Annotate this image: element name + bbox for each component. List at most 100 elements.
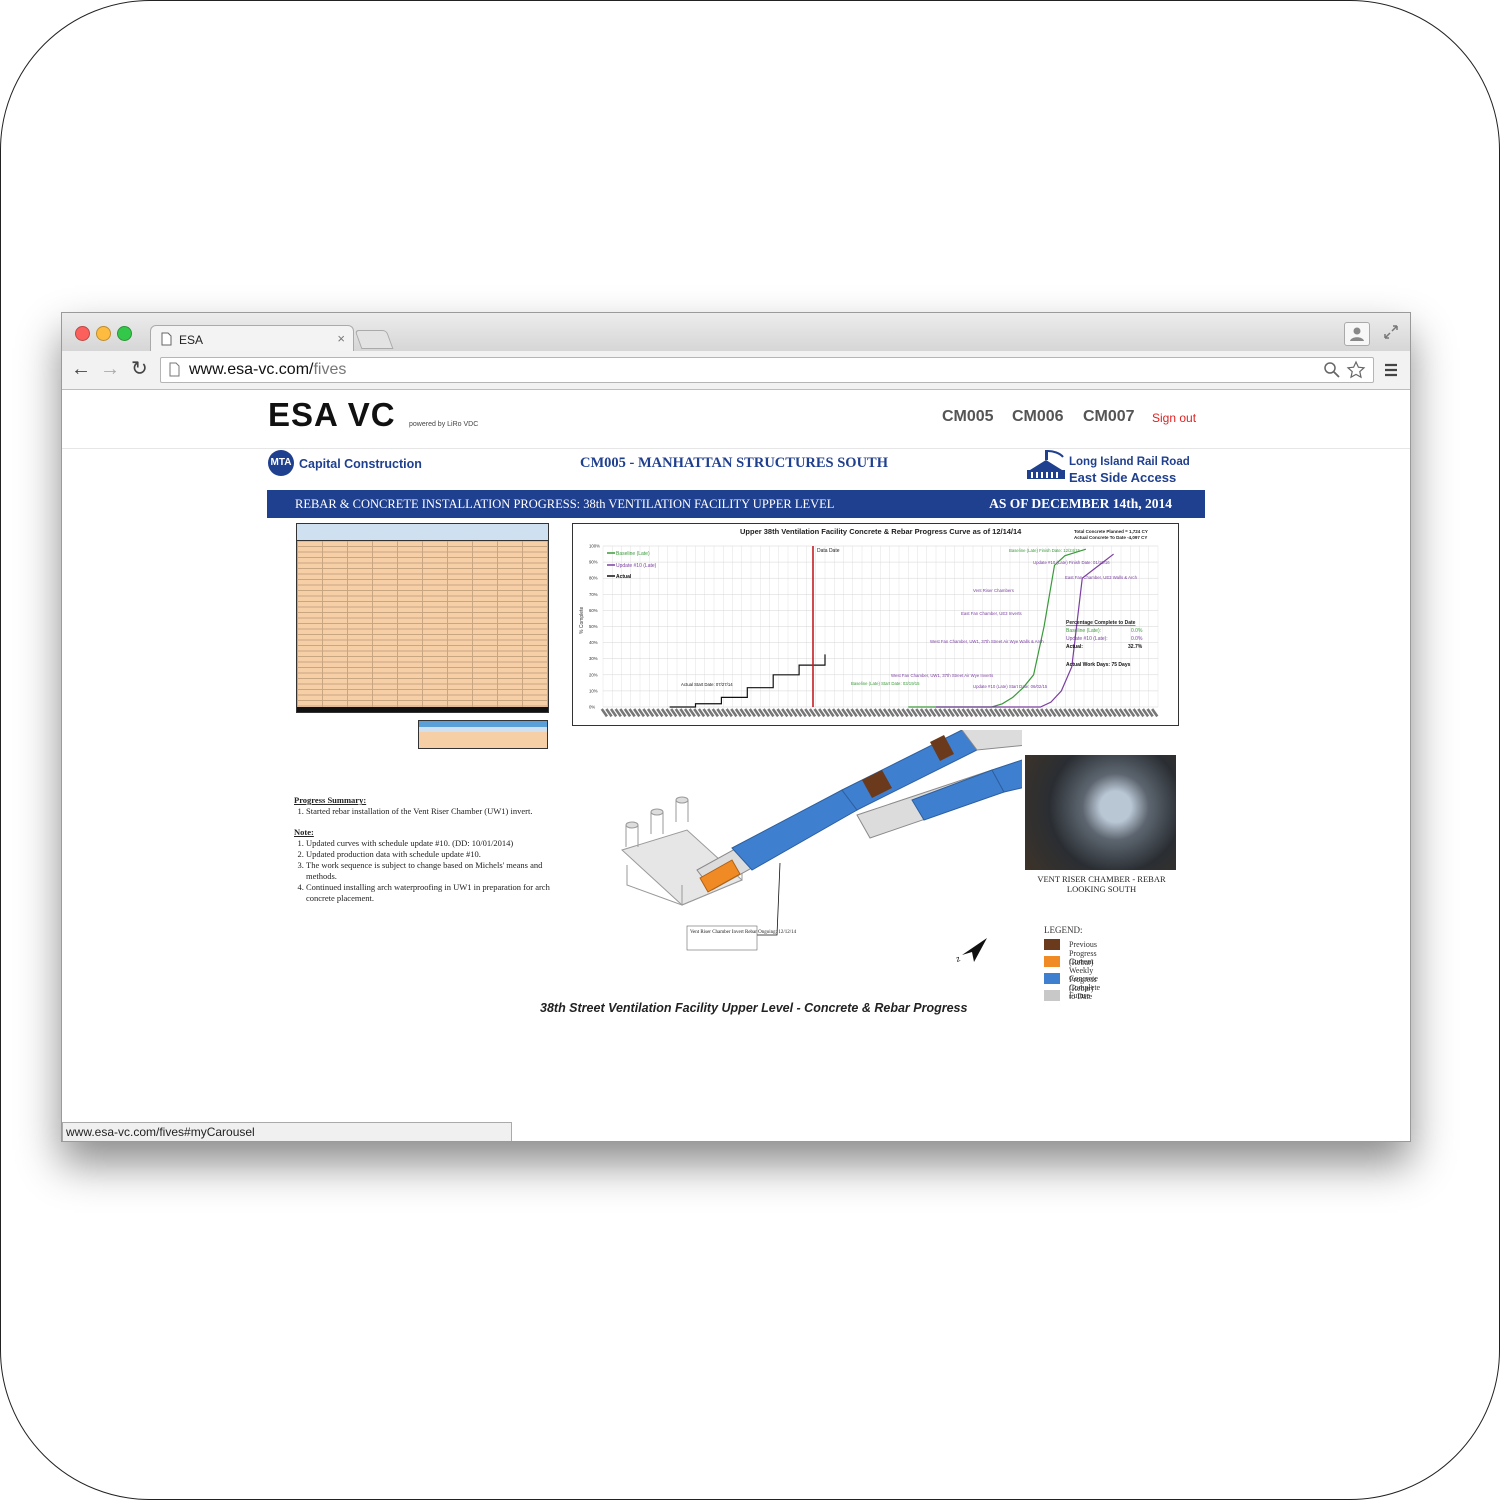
model-caption: 38th Street Ventilation Facility Upper L… <box>540 1001 968 1015</box>
powered-by: powered by LiRo VDC <box>409 421 479 428</box>
notes-title: Note: <box>294 827 314 837</box>
y-tick-label: 60% <box>589 608 598 613</box>
y-tick-label: 50% <box>589 624 598 629</box>
legend-swatch <box>1044 973 1060 984</box>
url-domain: www.esa-vc.com/ <box>189 361 314 378</box>
nav-cm006[interactable]: CM006 <box>1012 408 1064 426</box>
pct-actual-label: Actual: <box>1066 644 1083 650</box>
legend-swatch <box>1044 990 1060 1001</box>
legend-swatch <box>1044 939 1060 950</box>
address-bar[interactable]: www.esa-vc.com/fives <box>160 357 1374 383</box>
forward-icon[interactable]: → <box>100 359 120 379</box>
update-finish-note: Update #10 (Late) Finish Date: 01/19/16 <box>1033 560 1110 565</box>
profile-button[interactable] <box>1344 322 1370 346</box>
legend-baseline: Baseline (Late) <box>616 551 650 557</box>
y-tick-label: 30% <box>589 656 598 661</box>
summary-title: Progress Summary: <box>294 795 367 805</box>
site-header: ESA VC powered by LiRo VDC CM005 CM006 C… <box>62 390 1410 449</box>
legend-swatch <box>1044 956 1060 967</box>
photo-caption-line-1: VENT RISER CHAMBER - REBAR <box>1037 874 1166 884</box>
nav-cm007[interactable]: CM007 <box>1083 408 1135 426</box>
lirr-station-icon <box>1027 450 1065 479</box>
legend-row: Future <box>1044 990 1090 1007</box>
pct-title: Percentage Complete to Date <box>1066 620 1136 626</box>
legend-label: Future <box>1069 991 1090 1000</box>
west-fan-inverts-note: West Fan Chamber, UW1, 37th Street Air W… <box>891 673 993 678</box>
page-icon <box>161 332 172 346</box>
y-tick-label: 80% <box>589 576 598 581</box>
y-tick-label: 90% <box>589 560 598 565</box>
reload-icon[interactable]: ↻ <box>131 359 148 379</box>
minimize-window-button[interactable] <box>96 326 111 341</box>
tab-title: ESA <box>179 333 204 347</box>
bookmark-star-icon[interactable] <box>1346 360 1366 380</box>
browser-window: ESA × ← → ↻ www.esa-vc.com/fives ESA VC … <box>61 312 1411 1142</box>
status-url: www.esa-vc.com/fives#myCarousel <box>66 1125 255 1139</box>
title-bar: ESA × <box>62 313 1410 353</box>
legend-row: Previous Progress (Rebar) <box>1044 939 1097 967</box>
y-tick-label: 70% <box>589 592 598 597</box>
chart-svg: Upper 38th Ventilation Facility Concrete… <box>579 527 1159 718</box>
chart-yticks: 100% 90% 80% 70% 60% 50% 40% 30% 20% 10% 0% <box>589 544 600 710</box>
back-icon[interactable]: ← <box>71 359 91 379</box>
site-photo <box>1025 755 1176 870</box>
close-window-button[interactable] <box>75 326 90 341</box>
page-content: ESA VC powered by LiRo VDC CM005 CM006 C… <box>62 390 1410 1141</box>
browser-tab[interactable]: ESA × <box>150 325 354 353</box>
y-tick-label: 100% <box>589 544 600 549</box>
site-logo[interactable]: ESA VC <box>268 396 396 434</box>
table-total-row <box>297 707 548 712</box>
y-tick-label: 40% <box>589 640 598 645</box>
series-line-2 <box>669 654 826 708</box>
status-bar: www.esa-vc.com/fives#myCarousel <box>62 1122 512 1141</box>
summary-list: Started rebar installation of the Vent R… <box>294 806 569 817</box>
search-icon[interactable] <box>1323 361 1341 379</box>
legend-update: Update #10 (Late) <box>616 563 657 569</box>
chart-xtick-band <box>600 708 1159 718</box>
report-title: CM005 - MANHATTAN STRUCTURES SOUTH <box>580 455 889 471</box>
west-fan-walls-note: West Fan Chamber, UW1, 37th Street Air W… <box>930 639 1044 644</box>
note-item: The work sequence is subject to change b… <box>306 860 569 882</box>
sign-out-link[interactable]: Sign out <box>1152 411 1196 425</box>
note-item: Updated curves with schedule update #10.… <box>306 838 569 849</box>
summary-table-subheader <box>419 727 547 732</box>
report-banner: REBAR & CONCRETE INSTALLATION PROGRESS: … <box>267 490 1205 518</box>
zoom-window-button[interactable] <box>117 326 132 341</box>
photo-caption-line-2: LOOKING SOUTH <box>1066 884 1137 894</box>
tab-close-icon[interactable]: × <box>337 331 345 346</box>
esa-label: East Side Access <box>1069 470 1177 485</box>
table-header <box>297 524 548 541</box>
work-days: Actual Work Days: 75 Days <box>1066 662 1131 668</box>
url-path: fives <box>313 361 347 378</box>
north-arrow-icon <box>962 938 987 962</box>
mta-logo: MTA <box>268 450 294 476</box>
progress-chart: Upper 38th Ventilation Facility Concrete… <box>572 523 1179 726</box>
fullscreen-icon[interactable] <box>1383 324 1399 340</box>
pct-baseline-label: Baseline (Late): <box>1066 628 1101 634</box>
legend-actual: Actual <box>616 574 632 580</box>
chart-ylabel: % Complete <box>579 607 585 634</box>
table-grid <box>297 524 548 712</box>
update-start-note: Update #10 (Late) Start Date: 06/02/15 <box>973 684 1048 689</box>
new-tab-button[interactable] <box>354 330 394 349</box>
pct-update-value: 0.0% <box>1131 636 1143 642</box>
facility-model: Vent Riser Chamber Invert Rebar Ongoing:… <box>621 730 1022 964</box>
pct-update-label: Update #10 (Late): <box>1066 636 1108 642</box>
vent-riser-note: Vent Riser Chambers <box>973 588 1014 593</box>
lirr-label: Long Island Rail Road <box>1069 456 1190 468</box>
note-item: Updated production data with schedule up… <box>306 849 569 860</box>
browser-toolbar: ← → ↻ www.esa-vc.com/fives <box>62 351 1410 390</box>
nav-cm005[interactable]: CM005 <box>942 408 994 426</box>
totals-line-2: Actual Concrete To Date -4,097 CY <box>1074 535 1147 540</box>
totals-line-1: Total Concrete Planned = 1,724 CY <box>1074 529 1148 534</box>
photo-caption: VENT RISER CHAMBER - REBAR LOOKING SOUTH <box>1025 874 1178 894</box>
progress-summary: Progress Summary: Started rebar installa… <box>294 795 569 904</box>
summary-item: Started rebar installation of the Vent R… <box>306 806 569 817</box>
model-legend: LEGEND: Previous Progress (Rebar) Curren… <box>1044 925 1100 1007</box>
capital-construction-label: Capital Construction <box>299 457 422 471</box>
pct-actual-value: 32.7% <box>1128 644 1143 650</box>
url-text: www.esa-vc.com/fives <box>189 361 346 379</box>
east-fan-walls-note: East Fan Chamber, UE3 Walls & Arch <box>1065 575 1138 580</box>
east-fan-inverts-note: East Fan Chamber, UE3 Inverts <box>961 611 1022 616</box>
menu-icon[interactable] <box>1383 362 1399 378</box>
